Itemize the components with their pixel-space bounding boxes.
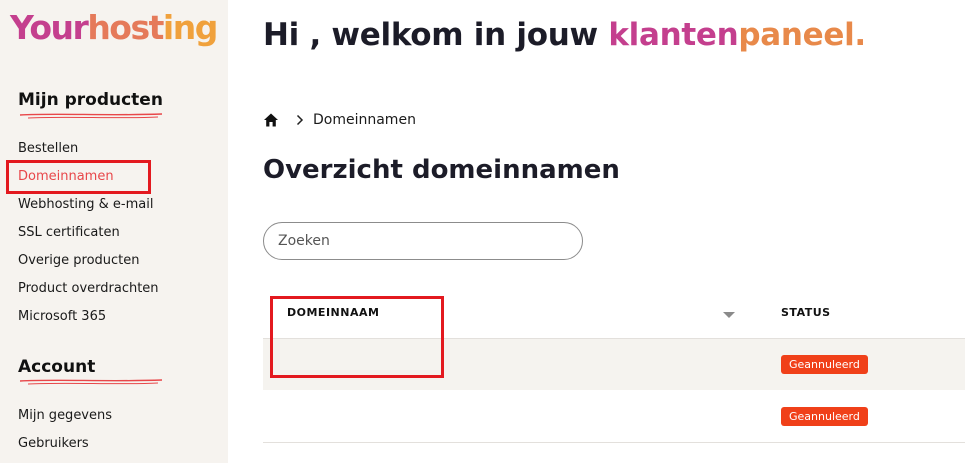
sidebar-item-product-overdrachten[interactable]: Product overdrachten	[18, 280, 159, 298]
sidebar-item-overige-producten[interactable]: Overige producten	[18, 252, 140, 270]
home-icon[interactable]	[263, 112, 279, 128]
sidebar-item-gebruikers[interactable]: Gebruikers	[18, 435, 89, 453]
sidebar-item-webhosting[interactable]: Webhosting & e-mail	[18, 196, 153, 214]
sidebar: Yourhosting Mijn producten Bestellen Dom…	[0, 0, 228, 463]
nav-heading-mijn-producten: Mijn producten	[18, 90, 163, 110]
breadcrumb-current: Domeinnamen	[313, 112, 416, 128]
yourhosting-logo[interactable]: Yourhosting	[10, 8, 218, 48]
sidebar-item-mijn-gegevens[interactable]: Mijn gegevens	[18, 407, 112, 425]
breadcrumb: Domeinnamen	[263, 110, 416, 130]
nav-heading-account: Account	[18, 357, 96, 377]
sidebar-item-bestellen[interactable]: Bestellen	[18, 140, 78, 158]
table-row[interactable]: Geannuleerd	[263, 338, 965, 390]
status-badge: Geannuleerd	[781, 355, 868, 374]
heading-underline-decoration	[19, 379, 163, 385]
column-header-status[interactable]: STATUS	[781, 306, 831, 319]
sidebar-item-ssl-certificaten[interactable]: SSL certificaten	[18, 224, 120, 242]
table-row[interactable]: Geannuleerd	[263, 391, 965, 443]
sidebar-item-domeinnamen[interactable]: Domeinnamen	[18, 168, 114, 186]
sort-caret-icon[interactable]	[723, 312, 735, 318]
sidebar-item-microsoft-365[interactable]: Microsoft 365	[18, 308, 106, 326]
column-header-domeinnaam[interactable]: DOMEINNAAM	[287, 306, 379, 319]
page-title: Overzicht domeinnamen	[263, 155, 620, 185]
heading-underline-decoration	[19, 113, 163, 119]
chevron-right-icon	[296, 114, 304, 126]
search-input[interactable]	[263, 222, 583, 260]
welcome-title: Hi , welkom in jouw klantenpaneel.	[263, 17, 866, 53]
status-badge: Geannuleerd	[781, 407, 868, 426]
